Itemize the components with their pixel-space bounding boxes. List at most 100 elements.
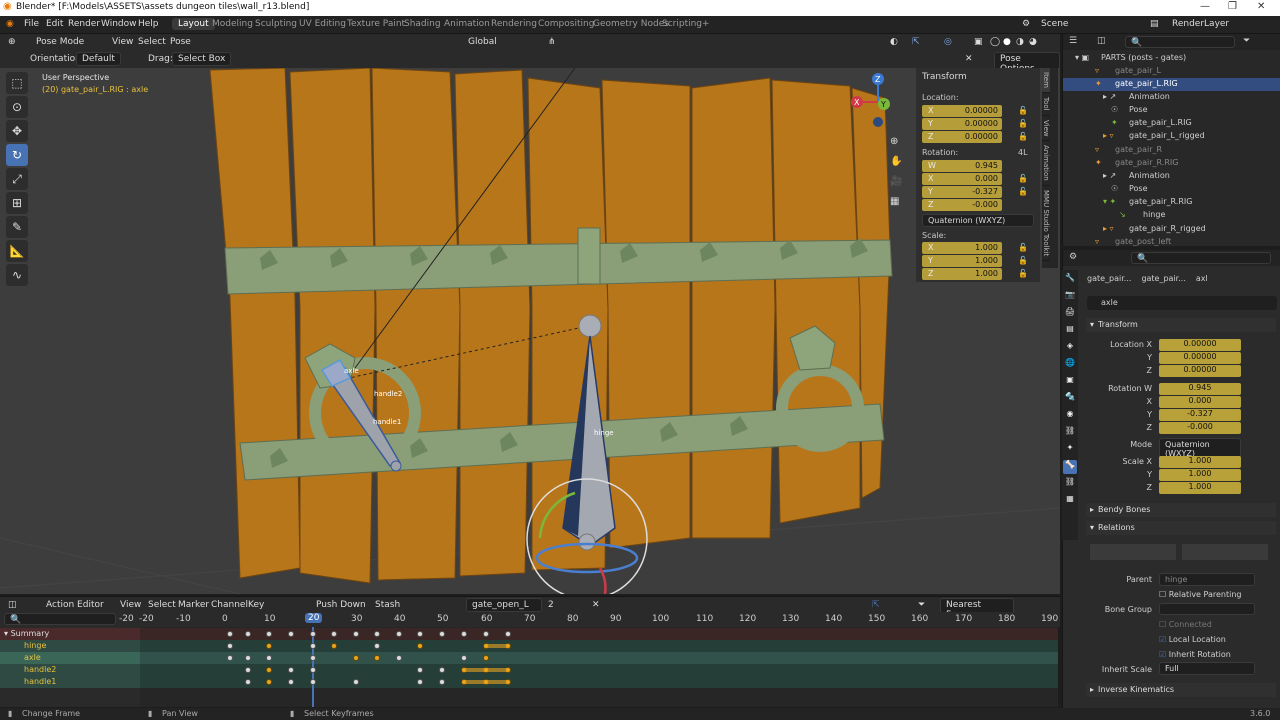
rotation-w-field[interactable]: W 0.945 [922,160,1002,172]
lock-icon[interactable]: 🔓 [1018,119,1028,128]
bone-rotation-y-field[interactable]: -0.327 [1159,409,1241,421]
menu-help[interactable]: Help [138,19,159,29]
annotate-tool-icon[interactable]: ✎ [6,216,28,238]
menu-pose[interactable]: Pose [170,37,191,47]
close-icon[interactable]: ✕ [1257,1,1265,12]
channel-search-input[interactable]: 🔍 [4,613,116,625]
rotation-z-field[interactable]: Z -0.000 [922,199,1002,211]
lock-icon[interactable]: 🔓 [1018,174,1028,183]
editor-type-icon[interactable]: ◫ [8,600,17,610]
shading-rendered-icon[interactable]: ◕ [1029,37,1037,47]
outliner-row[interactable]: ▸ ▿ gate_pair_R_rigged [1063,223,1280,236]
tab-item[interactable]: Item [1042,68,1050,93]
transform-orientation-dropdown[interactable]: Global [468,37,497,47]
ik-section-header[interactable]: ▸ Inverse Kinematics [1086,683,1276,697]
measure-tool-icon[interactable]: 📐 [6,240,28,262]
lock-icon[interactable]: 🔓 [1018,132,1028,141]
pan-hand-icon[interactable]: ✋ [890,152,904,172]
bone-constraint-tab-icon[interactable]: ⛓ [1063,477,1077,491]
outliner-row[interactable]: ▾ ✦ gate_pair_R.RIG [1063,196,1280,209]
world-tab-icon[interactable]: 🌐 [1063,358,1077,372]
snap-icon[interactable]: ⋔ [548,37,556,47]
stash-button[interactable]: Stash [375,600,400,610]
bone-scale-y-field[interactable]: 1.000 [1159,469,1241,481]
visibility-icon[interactable]: ◐ [890,37,898,47]
parent-field[interactable]: hinge [1159,573,1255,586]
drag-dropdown[interactable]: Select Box [172,52,232,66]
minimize-icon[interactable]: — [1200,1,1210,12]
select-box-tool-icon[interactable]: ⬚ [6,72,28,94]
breakdowner-tool-icon[interactable]: ∿ [6,264,28,286]
lock-icon[interactable]: 🔓 [1018,243,1028,252]
shading-solid-icon[interactable]: ● [1003,37,1011,47]
tab-mmu-studio-toolkit[interactable]: MMU Studio Toolkit [1042,186,1050,262]
outliner-row[interactable]: ↘ hinge [1063,209,1280,222]
constraints-tab-icon[interactable]: ⛓ [1063,426,1077,440]
render-layer-name[interactable]: RenderLayer [1172,19,1229,29]
channel-handle1[interactable]: handle1 [0,676,140,688]
outliner-row[interactable]: ▸ ↗ Animation [1063,170,1280,183]
menu-render[interactable]: Render [68,19,100,29]
editor-type-icon[interactable]: ⊕ [8,37,16,47]
object-tab-icon[interactable]: ▣ [1063,375,1077,389]
local-location-checkbox[interactable]: ☑ Local Location [1159,635,1226,644]
action-users-count[interactable]: 2 [548,600,554,610]
tool-tab-icon[interactable]: 🔧 [1063,273,1077,287]
shading-wireframe-icon[interactable]: ◯ [990,37,1000,47]
connected-checkbox[interactable]: ☐ Connected [1159,620,1212,629]
rotation-y-field[interactable]: Y -0.327 [922,186,1002,198]
frame-ruler[interactable]: 🔍 -20 -20 -10 0 10 20 30 40 50 60 70 80 … [0,612,1060,627]
menu-edit[interactable]: Edit [46,19,63,29]
inherit-rotation-checkbox[interactable]: ☑ Inherit Rotation [1159,650,1231,659]
bone-tab-icon[interactable]: 🦴 [1063,460,1077,474]
inherit-scale-dropdown[interactable]: Full [1159,662,1255,675]
rotation-mode-short[interactable]: 4L [1018,148,1028,157]
zoom-icon[interactable]: ⊕ [890,132,904,152]
rotation-mode-dropdown[interactable]: Quaternion (WXYZ) [922,214,1034,227]
bone-rotation-z-field[interactable]: -0.000 [1159,422,1241,434]
location-y-field[interactable]: Y 0.00000 [922,118,1002,130]
bone-scale-z-field[interactable]: 1.000 [1159,482,1241,494]
navigation-gizmo[interactable]: Z X Y [848,72,908,132]
bone-group-field[interactable] [1159,603,1255,615]
outliner-row[interactable]: ▿ gate_pair_R [1063,144,1280,157]
breadcrumb-item[interactable]: axl [1196,274,1208,283]
outliner-row[interactable]: ☉ Pose [1063,183,1280,196]
menu-window[interactable]: Window [101,19,137,29]
orientation-dropdown[interactable]: Default [76,52,121,66]
filter-icon[interactable]: ⏷ [918,600,925,610]
workspace-tab-scripting[interactable]: Scripting [662,19,702,29]
menu-view[interactable]: View [120,600,141,610]
current-frame-indicator[interactable]: 20 [305,613,323,623]
relative-parenting-checkbox[interactable]: ☐ Relative Parenting [1159,590,1242,599]
lock-icon[interactable]: 🔓 [1018,187,1028,196]
location-x-field[interactable]: X 0.00000 [922,105,1002,117]
menu-select[interactable]: Select [148,600,176,610]
scale-y-field[interactable]: Y 1.000 [922,255,1002,267]
gizmo-toggle-icon[interactable]: ⇱ [912,37,920,47]
lock-icon[interactable]: 🔓 [1018,269,1028,278]
workspace-tab-layout[interactable]: Layout [172,18,215,30]
only-selected-icon[interactable]: ⇱ [872,600,880,610]
workspace-tab-animation[interactable]: Animation [444,19,490,29]
cursor-tool-icon[interactable]: ⊙ [6,96,28,118]
rotate-tool-icon[interactable]: ↻ [6,144,28,166]
workspace-tab-shading[interactable]: Shading [404,19,441,29]
bone-location-y-field[interactable]: 0.00000 [1159,352,1241,364]
scale-z-field[interactable]: Z 1.000 [922,268,1002,280]
push-down-button[interactable]: Push Down [316,600,366,610]
tab-view[interactable]: View [1042,116,1050,142]
grid-icon[interactable]: ▦ [890,192,904,212]
bone-location-x-field[interactable]: 0.00000 [1159,339,1241,351]
workspace-tab-compositing[interactable]: Compositing [538,19,594,29]
action-selector[interactable]: gate_open_L [466,598,542,612]
menu-marker[interactable]: Marker [178,600,209,610]
unlink-action-icon[interactable]: ✕ [592,600,600,610]
channel-summary[interactable]: ▾ Summary [0,628,140,640]
workspace-tab-texture-paint[interactable]: Texture Paint [347,19,405,29]
channel-hinge[interactable]: hinge [0,640,140,652]
dopesheet-area[interactable] [140,627,1058,707]
workspace-tab-geometry-nodes[interactable]: Geometry Nodes [593,19,669,29]
channel-handle2[interactable]: handle2 [0,664,140,676]
scale-tool-icon[interactable]: ⤢ [6,168,28,190]
